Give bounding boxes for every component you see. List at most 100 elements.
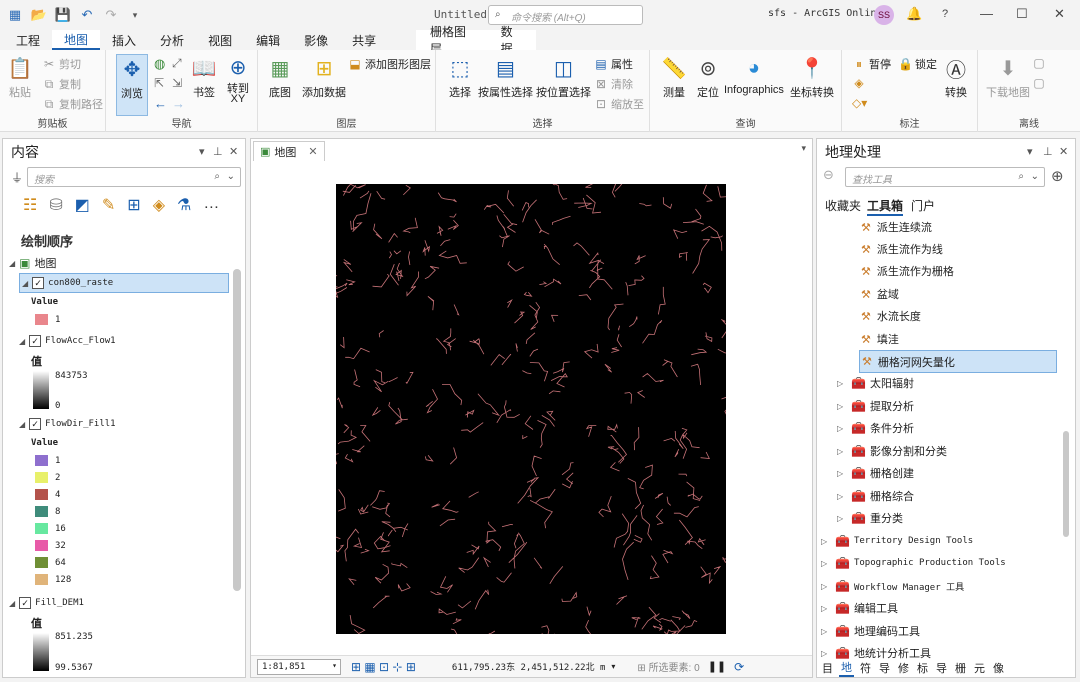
copy-button[interactable]: ⧉ 复制: [42, 76, 81, 92]
expand-arrow-icon[interactable]: ◢: [9, 599, 15, 608]
tab-analysis[interactable]: 分析: [148, 30, 196, 50]
toolbox-item[interactable]: ▷ 🧰 Territory Design Tools: [821, 531, 973, 551]
tab-portal[interactable]: 门户: [911, 197, 935, 214]
tool-item[interactable]: ⚒ 水流长度: [861, 306, 921, 326]
label-manager-button[interactable]: ◈: [852, 76, 866, 90]
selection-list-icon[interactable]: ◩: [75, 195, 90, 215]
expand-arrow-icon[interactable]: ◢: [19, 420, 25, 429]
contents-search-input[interactable]: 搜索 ⌕ ⌄: [27, 167, 241, 187]
copy-path-button[interactable]: ⧉ 复制路径: [42, 96, 103, 112]
zoom-in-button[interactable]: ⇱: [154, 76, 164, 90]
close-icon[interactable]: ✕: [1054, 6, 1065, 22]
map-tab[interactable]: ▣ 地图 ✕: [253, 141, 325, 161]
tab-geoprocessing[interactable]: 地: [839, 659, 854, 677]
back-arrow-icon[interactable]: ⊖: [823, 167, 834, 183]
visibility-checkbox[interactable]: ✓: [29, 335, 42, 347]
pane-options-icon[interactable]: ▾: [199, 145, 205, 158]
tab-export[interactable]: 导: [877, 660, 892, 676]
snapping-icon[interactable]: ⊞: [127, 195, 140, 215]
cut-button[interactable]: ✂ 剪切: [42, 56, 81, 72]
close-pane-icon[interactable]: ✕: [1059, 145, 1068, 158]
zoom-to-button[interactable]: ⊡ 缩放至: [594, 96, 644, 112]
notification-bell-icon[interactable]: 🔔: [906, 6, 922, 22]
geoprocessing-scrollbar[interactable]: [1063, 431, 1069, 537]
expand-arrow-icon[interactable]: ◢: [19, 337, 25, 346]
visibility-checkbox[interactable]: ✓: [29, 418, 42, 430]
add-icon[interactable]: ⊕: [1051, 167, 1064, 185]
fixed-zoom-button[interactable]: ⤢: [172, 56, 182, 71]
toolbox-item[interactable]: ▷ 🧰 Topographic Production Tools: [821, 553, 1006, 573]
back-button[interactable]: ←: [154, 96, 167, 111]
toolbox-item[interactable]: ▷ 🧰 编辑工具: [821, 598, 898, 618]
undo-icon[interactable]: ↶: [78, 6, 96, 24]
locate-button[interactable]: ⊚ 定位: [694, 54, 722, 100]
charts-icon[interactable]: ⚗: [177, 195, 191, 215]
layer-con800-raste[interactable]: ◢ ✓ con800_raste: [19, 273, 229, 293]
scale-selector[interactable]: 1:81,851 ▾: [257, 658, 341, 675]
toolset-item[interactable]: ▷ 🧰 太阳辐射: [837, 373, 914, 393]
layer-fill-dem1[interactable]: ◢ ✓ Fill_DEM1: [9, 597, 84, 609]
toolset-item[interactable]: ▷ 🧰 条件分析: [837, 418, 914, 438]
paste-button[interactable]: 📋 粘贴: [6, 54, 34, 100]
add-graphics-layer-button[interactable]: ⬓ 添加图形图层: [348, 56, 431, 72]
tab-image[interactable]: 像: [991, 660, 1006, 676]
toolset-item[interactable]: ▷ 🧰 栅格综合: [837, 486, 914, 506]
pin-icon[interactable]: ⊥: [1043, 145, 1053, 158]
tool-item[interactable]: ⚒ 派生流作为栅格: [861, 261, 954, 281]
refresh-icon[interactable]: ⟳: [734, 660, 744, 674]
tab-labeling[interactable]: 标: [915, 660, 930, 676]
select-by-attributes-button[interactable]: ▤ 按属性选择: [478, 54, 533, 100]
redo-icon[interactable]: ↷: [102, 6, 120, 24]
tab-element[interactable]: 元: [972, 660, 987, 676]
select-button[interactable]: ⬚ 选择: [446, 54, 474, 100]
convert-coordinates-button[interactable]: 📍 坐标转换: [790, 54, 834, 100]
tool-item[interactable]: ⚒ 派生流作为线: [861, 239, 943, 259]
pin-icon[interactable]: ⊥: [213, 145, 223, 158]
tab-raster-layer[interactable]: 栅格图层: [416, 25, 487, 56]
toolset-item[interactable]: ▷ 🧰 重分类: [837, 508, 903, 528]
tool-item[interactable]: ⚒ 派生连续流: [861, 217, 932, 237]
lock-labeling-button[interactable]: 🔒 锁定: [898, 56, 937, 72]
minimize-icon[interactable]: —: [980, 6, 993, 21]
chevron-down-icon[interactable]: ▾: [611, 662, 615, 671]
pause-labeling-button[interactable]: ⏸ 暂停: [852, 56, 891, 72]
tab-catalog[interactable]: 目: [820, 660, 835, 676]
raster-map-canvas[interactable]: [324, 180, 736, 648]
toolbox-item[interactable]: ▷ 🧰 地理编码工具: [821, 621, 920, 641]
map-node[interactable]: ◢ ▣ 地图: [9, 255, 57, 271]
tab-map[interactable]: 地图: [52, 30, 101, 50]
attributes-button[interactable]: ▤ 属性: [594, 56, 633, 72]
tool-search-input[interactable]: 查找工具 ⌕ ⌄: [845, 167, 1045, 187]
visibility-checkbox[interactable]: ✓: [32, 277, 45, 289]
close-pane-icon[interactable]: ✕: [229, 145, 238, 158]
zoom-out-button[interactable]: ⇲: [172, 76, 182, 90]
bookmarks-button[interactable]: 📖 书签: [190, 54, 218, 100]
expand-arrow-icon[interactable]: ◢: [22, 279, 28, 288]
layer-flowacc-flow1[interactable]: ◢ ✓ FlowAcc_Flow1: [19, 335, 116, 347]
contents-scrollbar[interactable]: [233, 269, 241, 591]
tab-overflow-icon[interactable]: ▾: [801, 143, 806, 154]
tab-modify[interactable]: 修: [896, 660, 911, 676]
select-by-location-button[interactable]: ◫ 按位置选择: [536, 54, 591, 100]
more-icon[interactable]: …: [203, 195, 219, 215]
open-project-icon[interactable]: 📂: [30, 6, 48, 24]
data-source-icon[interactable]: ⛁: [49, 195, 62, 215]
tab-navigation[interactable]: 导: [934, 660, 949, 676]
layer-flowdir-fill1[interactable]: ◢ ✓ FlowDir_Fill1: [19, 418, 116, 430]
infographics-button[interactable]: ◕ Infographics: [724, 54, 784, 97]
tab-edit[interactable]: 编辑: [244, 30, 292, 50]
tab-favorites[interactable]: 收藏夹: [825, 197, 861, 214]
basemap-button[interactable]: ▦ 底图: [266, 54, 294, 100]
labeling-tag-icon[interactable]: ◈: [153, 195, 165, 215]
expand-arrow-icon[interactable]: ◢: [9, 259, 15, 268]
more-labeling-button[interactable]: ◇▾: [852, 96, 867, 110]
toolset-item[interactable]: ▷ 🧰 影像分割和分类: [837, 441, 947, 461]
help-icon[interactable]: ?: [942, 8, 948, 20]
save-icon[interactable]: 💾: [54, 6, 72, 24]
tool-item-selected[interactable]: ⚒ 栅格河网矢量化: [859, 350, 1057, 373]
clear-button[interactable]: ⊠ 清除: [594, 76, 633, 92]
filter-icon[interactable]: ⏚: [11, 169, 23, 186]
measure-button[interactable]: 📏 测量: [660, 54, 688, 100]
close-tab-icon[interactable]: ✕: [308, 145, 317, 158]
pause-drawing-icon[interactable]: ❚❚: [708, 660, 726, 673]
